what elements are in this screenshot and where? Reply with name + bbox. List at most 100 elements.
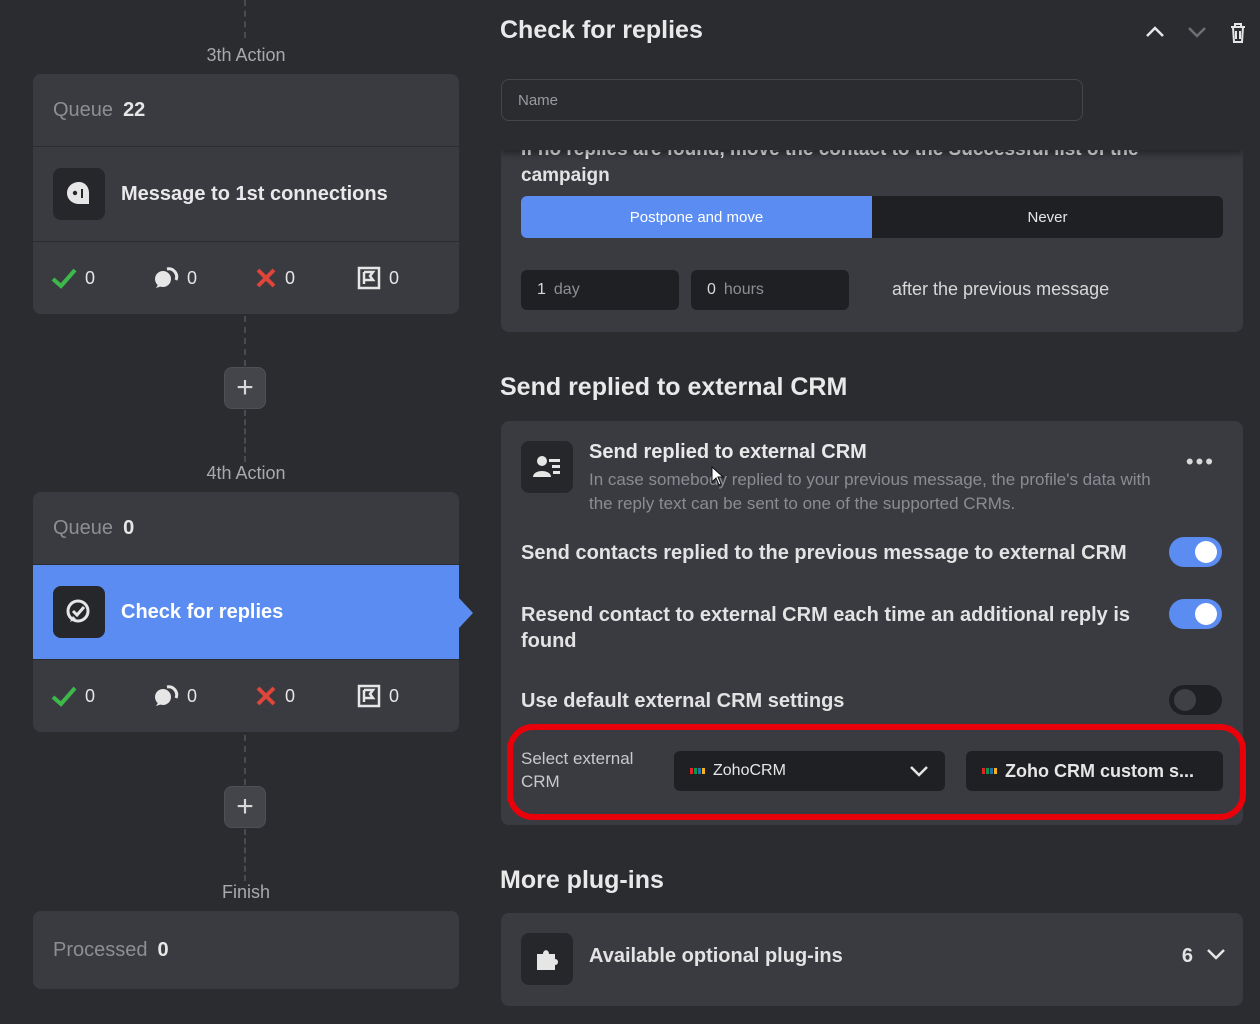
crm-settings-button[interactable]: Zoho CRM custom s... [966,751,1223,791]
x-icon [256,686,276,706]
stat-success-value: 0 [85,267,96,288]
stat-failed: 0 [255,685,357,707]
stat-success-value: 0 [85,685,96,706]
trash-icon[interactable] [1229,22,1247,44]
plugins-card[interactable]: Available optional plug-ins 6 [501,913,1243,1006]
step-title: Check for replies [121,600,284,623]
step-row-selected[interactable]: Check for replies [33,565,459,660]
finish-card: Processed 0 [33,911,459,989]
x-icon [256,268,276,288]
mouse-cursor-icon [711,466,725,486]
toggle-send-contacts[interactable] [1169,537,1222,567]
action-label: 4th Action [206,463,286,483]
flag-icon [357,266,381,290]
stat-replied-value: 0 [187,685,198,706]
panel-title: Check for replies [500,16,703,44]
delay-days-value: 1 [537,281,546,298]
crm-card-title: Send replied to external CRM [589,441,867,463]
toggle-label-resend-contact: Resend contact to external CRM each time… [521,604,1131,652]
zoho-logo-icon [690,768,705,774]
plugins-title: Available optional plug-ins [589,945,843,967]
queue-count: 0 [123,516,135,539]
action-card-active[interactable]: Queue 0 Check for replies 0 0 0 0 [33,492,459,732]
delay-hours-value: 0 [707,281,716,298]
stat-success: 0 [51,685,153,707]
step-row[interactable]: Message to 1st connections [33,147,459,242]
toggle-label-send-contacts: Send contacts replied to the previous me… [521,542,1127,564]
processed-count: 0 [157,938,169,961]
chevron-down-icon [910,766,928,777]
chat-bubbles-icon [155,267,179,288]
connector-line [244,316,246,366]
chevron-up-icon[interactable] [1144,22,1166,42]
chevron-down-icon[interactable] [1205,945,1227,963]
toggle-resend-contact[interactable] [1169,599,1222,629]
delay-hours-unit: hours [723,281,764,298]
stat-skipped: 0 [357,684,459,708]
processed-label: Processed [53,938,148,961]
add-action-button[interactable]: + [224,367,266,409]
option-never[interactable]: Never [872,196,1223,238]
queue-label: Queue [53,98,114,121]
connector-line [244,410,246,462]
action-label: 3th Action [206,45,286,65]
crm-card-description: In case somebody replied to your previou… [589,470,1151,513]
chevron-down-icon[interactable] [1186,22,1208,42]
toggle-knob [1195,603,1217,625]
option-postpone-and-move[interactable]: Postpone and move [521,196,872,238]
select-crm-label: Select external CRM [521,749,634,791]
stat-replied: 0 [153,266,255,290]
queue-row: Queue 0 [33,492,459,565]
action-card[interactable]: Queue 22 Message to 1st connections 0 0 … [33,74,459,314]
connector-line [244,735,246,785]
crm-settings-label: Zoho CRM custom s... [1005,760,1194,781]
toggle-knob [1195,541,1217,563]
connector-line [244,0,246,38]
scroll-mask [501,126,1243,150]
postpone-box: If no replies are found, move the contac… [501,126,1243,332]
check-icon [51,268,77,289]
connector-line [244,829,246,881]
flag-icon [357,684,381,708]
add-action-button[interactable]: + [224,786,266,828]
stat-skipped-value: 0 [389,685,400,706]
selected-pointer [459,598,473,628]
stats-row: 0 0 0 0 [33,242,459,314]
stat-replied-value: 0 [187,267,198,288]
stat-failed-value: 0 [285,685,296,706]
finish-label: Finish [221,882,270,902]
stat-failed: 0 [255,267,357,289]
queue-count: 22 [123,98,146,121]
delay-hours-field[interactable]: 0 hours [691,270,849,310]
queue-row: Queue 22 [33,74,459,147]
stat-failed-value: 0 [285,267,296,288]
plugins-section-title: More plug-ins [500,866,664,894]
crm-contact-icon [521,441,573,493]
check-replies-icon [53,586,105,638]
stat-skipped: 0 [357,266,459,290]
chat-bubbles-icon [155,685,179,706]
crm-select-value: ZohoCRM [713,762,786,779]
crm-card: Send replied to external CRM In case som… [501,421,1243,825]
toggle-label-default-settings: Use default external CRM settings [521,690,845,712]
stat-success: 0 [51,267,153,289]
toggle-knob [1174,689,1196,711]
crm-section-title: Send replied to external CRM [500,373,848,401]
delay-after-text: after the previous message [892,279,1110,299]
check-icon [51,686,77,707]
stat-skipped-value: 0 [389,267,400,288]
message-icon [53,168,105,220]
toggle-default-settings[interactable] [1169,685,1222,715]
plugins-count: 6 [1181,945,1193,967]
step-title: Message to 1st connections [121,182,388,205]
delay-days-field[interactable]: 1 day [521,270,679,310]
more-options-button[interactable]: ••• [1186,449,1215,475]
crm-select[interactable]: ZohoCRM [674,751,945,791]
puzzle-icon [521,933,573,985]
zoho-logo-icon [982,768,997,774]
processed-row: Processed 0 [33,911,459,989]
name-input[interactable] [501,79,1083,121]
postpone-options[interactable]: Postpone and move Never [521,196,1223,238]
queue-label: Queue [53,516,114,539]
stats-row: 0 0 0 0 [33,660,459,732]
